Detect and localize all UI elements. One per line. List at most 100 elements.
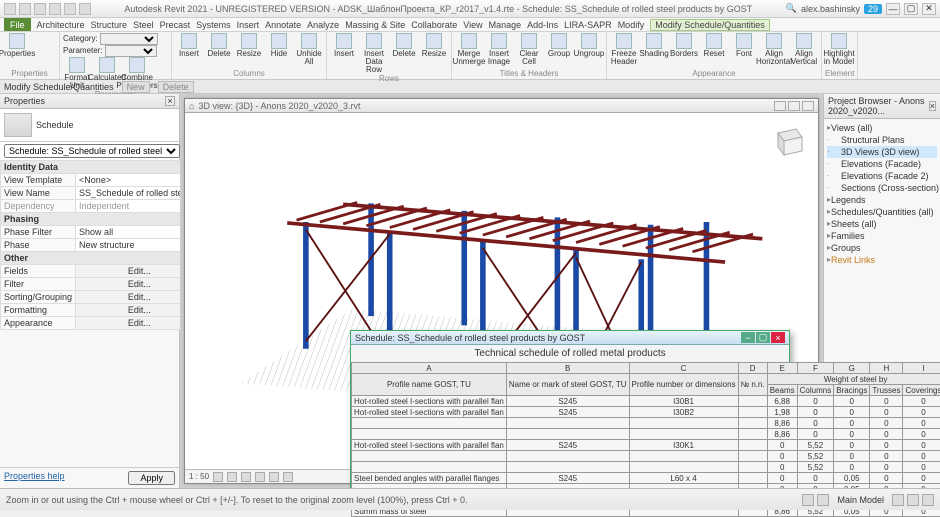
align-h-button[interactable]: Align Horizontal xyxy=(760,33,788,66)
tab-precast[interactable]: Precast xyxy=(160,20,191,30)
tab-annotate[interactable]: Annotate xyxy=(265,20,301,30)
schedule-window[interactable]: Schedule: SS_Schedule of rolled steel pr… xyxy=(350,330,790,488)
sched-min-button[interactable]: − xyxy=(741,332,755,343)
table-row[interactable]: 8,8600008,86 xyxy=(352,429,940,440)
tree-item[interactable]: Elevations (Facade 2) xyxy=(827,170,937,182)
search-icon[interactable]: 🔍 xyxy=(786,3,797,14)
tab-insert[interactable]: Insert xyxy=(237,20,260,30)
row-insert-data-button[interactable]: Insert Data Row xyxy=(360,33,388,74)
tree-item[interactable]: Sections (Cross-section) xyxy=(827,182,937,194)
col-G[interactable]: G xyxy=(834,363,870,374)
tab-collaborate[interactable]: Collaborate xyxy=(411,20,457,30)
shading-button[interactable]: Shading xyxy=(640,33,668,58)
scale-label[interactable]: 1 : 50 xyxy=(189,472,209,481)
visual-style-icon[interactable] xyxy=(227,472,237,482)
tab-manage[interactable]: Manage xyxy=(489,20,522,30)
table-row[interactable]: Hot-rolled steel I-sections with paralle… xyxy=(352,407,940,418)
view-close-button[interactable] xyxy=(802,101,814,111)
tab-modify[interactable]: Modify xyxy=(618,20,645,30)
sched-close-button[interactable]: × xyxy=(771,332,785,343)
col-insert-button[interactable]: Insert xyxy=(175,33,203,58)
element-type[interactable]: Schedule xyxy=(0,109,179,142)
tree-item[interactable]: Sheets (all) xyxy=(827,218,937,230)
instance-select[interactable]: Schedule: SS_Schedule of rolled steel xyxy=(4,144,180,158)
row-delete-button[interactable]: Delete xyxy=(390,33,418,58)
tree-item[interactable]: Elevations (Facade) xyxy=(827,158,937,170)
delete-button[interactable]: Delete xyxy=(158,81,194,93)
reset-button[interactable]: Reset xyxy=(700,33,728,58)
group-button[interactable]: Group xyxy=(545,33,573,58)
tab-modify-schedule[interactable]: Modify Schedule/Quantities xyxy=(650,19,770,31)
browser-tree[interactable]: Views (all)Structural Plans3D Views (3D … xyxy=(824,119,940,269)
tree-item[interactable]: Views (all) xyxy=(827,122,937,134)
tab-steel[interactable]: Steel xyxy=(133,20,154,30)
tab-structure[interactable]: Structure xyxy=(91,20,128,30)
qat-print-icon[interactable] xyxy=(79,3,91,15)
col-unhide-button[interactable]: Unhide All xyxy=(295,33,323,66)
sched-max-button[interactable]: ▢ xyxy=(756,332,770,343)
crop-icon[interactable] xyxy=(269,472,279,482)
tab-lira[interactable]: LIRA-SAPR xyxy=(564,20,612,30)
insert-image-button[interactable]: Insert Image xyxy=(485,33,513,66)
ungroup-button[interactable]: Ungroup xyxy=(575,33,603,58)
borders-button[interactable]: Borders xyxy=(670,33,698,58)
qat-open-icon[interactable] xyxy=(19,3,31,15)
view-max-button[interactable] xyxy=(788,101,800,111)
row-insert-button[interactable]: Insert xyxy=(330,33,358,58)
apply-button[interactable]: Apply xyxy=(128,471,175,485)
col-delete-button[interactable]: Delete xyxy=(205,33,233,58)
tab-architecture[interactable]: Architecture xyxy=(37,20,85,30)
tab-analyze[interactable]: Analyze xyxy=(307,20,339,30)
close-button[interactable]: ✕ xyxy=(922,3,936,15)
table-row[interactable]: 05,520005,52 xyxy=(352,451,940,462)
cloud-icon[interactable] xyxy=(922,494,934,506)
tree-item[interactable]: Schedules/Quantities (all) xyxy=(827,206,937,218)
col-D[interactable]: D xyxy=(738,363,767,374)
col-C[interactable]: C xyxy=(629,363,738,374)
notification-badge[interactable]: 29 xyxy=(864,4,882,14)
qat-home-icon[interactable] xyxy=(4,3,16,15)
maximize-button[interactable]: ▢ xyxy=(904,3,918,15)
tab-systems[interactable]: Systems xyxy=(196,20,231,30)
properties-close-icon[interactable]: × xyxy=(165,96,175,106)
col-B[interactable]: B xyxy=(506,363,629,374)
model-label[interactable]: Main Model xyxy=(837,495,884,505)
parameter-select[interactable]: Parameter: xyxy=(63,45,157,57)
clear-cell-button[interactable]: Clear Cell xyxy=(515,33,543,66)
table-row[interactable]: 8,8600008,86 xyxy=(352,418,940,429)
sync-icon[interactable] xyxy=(907,494,919,506)
browser-close-icon[interactable]: × xyxy=(929,101,936,111)
align-v-button[interactable]: Align Vertical xyxy=(790,33,818,66)
tab-massing[interactable]: Massing & Site xyxy=(345,20,405,30)
col-E[interactable]: E xyxy=(767,363,797,374)
freeze-header-button[interactable]: Freeze Header xyxy=(610,33,638,66)
table-row[interactable]: Hot-rolled steel I-sections with paralle… xyxy=(352,396,940,407)
file-menu[interactable]: File xyxy=(4,18,31,31)
tab-view[interactable]: View xyxy=(463,20,482,30)
hide-isolate-icon[interactable] xyxy=(283,472,293,482)
col-A[interactable]: A xyxy=(352,363,507,374)
col-H[interactable]: H xyxy=(870,363,903,374)
properties-help-link[interactable]: Properties help xyxy=(4,471,65,485)
view-min-button[interactable] xyxy=(774,101,786,111)
table-row[interactable]: Hot-rolled steel I-sections with paralle… xyxy=(352,440,940,451)
tree-item[interactable]: Revit Links xyxy=(827,254,937,266)
properties-button[interactable]: Properties xyxy=(3,33,31,58)
sun-path-icon[interactable] xyxy=(241,472,251,482)
minimize-button[interactable]: — xyxy=(886,3,900,15)
col-F[interactable]: F xyxy=(797,363,834,374)
table-row[interactable]: 05,520005,52 xyxy=(352,462,940,473)
user-name[interactable]: alex.bashinsky xyxy=(801,4,860,14)
qat-undo-icon[interactable] xyxy=(49,3,61,15)
tree-item[interactable]: Groups xyxy=(827,242,937,254)
category-select[interactable]: Category: xyxy=(63,33,158,45)
tree-item[interactable]: Structural Plans xyxy=(827,134,937,146)
tree-item[interactable]: 3D Views (3D view) xyxy=(827,146,937,158)
workset-icon[interactable] xyxy=(892,494,904,506)
view-home-icon[interactable]: ⌂ xyxy=(189,101,194,111)
filter-icon[interactable] xyxy=(817,494,829,506)
font-button[interactable]: Font xyxy=(730,33,758,58)
detail-level-icon[interactable] xyxy=(213,472,223,482)
new-button[interactable]: New xyxy=(122,81,150,93)
select-icon[interactable] xyxy=(802,494,814,506)
